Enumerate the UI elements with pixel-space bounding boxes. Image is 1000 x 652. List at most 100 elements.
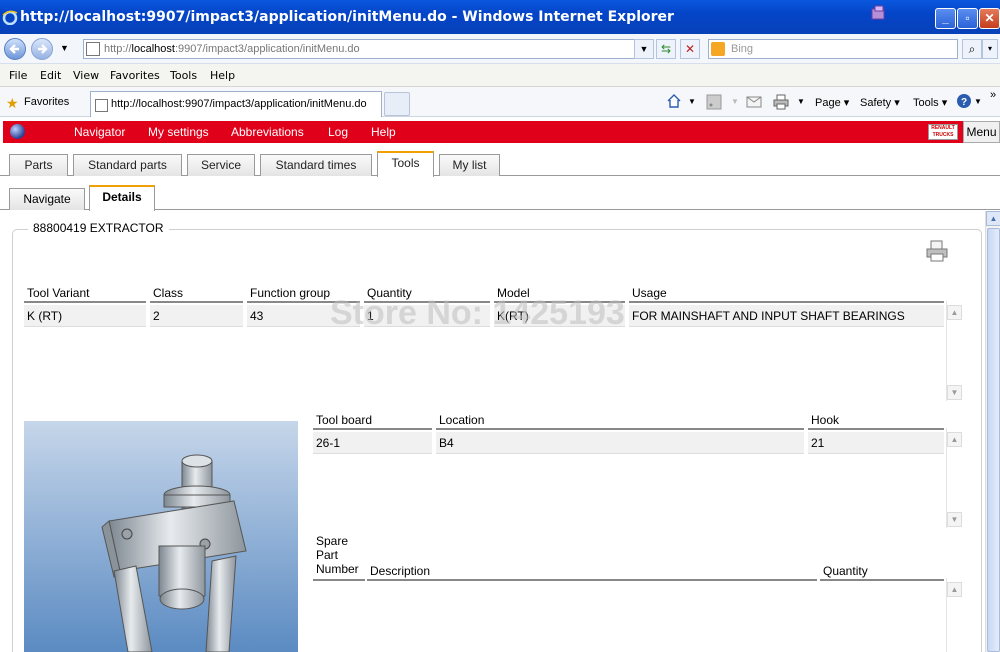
header-line: Number: [316, 562, 359, 576]
address-input[interactable]: http://localhost:9907/impact3/applicatio…: [83, 39, 653, 59]
column-header[interactable]: Hook: [808, 410, 944, 430]
url-prefix: http://: [104, 43, 132, 55]
feeds-dropdown-icon[interactable]: ▼: [731, 97, 739, 106]
column-header-spare-part-number[interactable]: Spare Part Number: [313, 533, 365, 581]
column-header[interactable]: Class: [150, 283, 243, 303]
new-tab-button[interactable]: [384, 92, 410, 116]
page-icon: [95, 99, 108, 112]
menu-edit[interactable]: Edit: [40, 69, 61, 82]
print-icon[interactable]: [773, 94, 789, 110]
help-icon[interactable]: ?: [956, 93, 972, 109]
nav-navigator[interactable]: Navigator: [74, 125, 125, 139]
top-tabs: Parts Standard parts Service Standard ti…: [0, 146, 1000, 177]
column-header[interactable]: Tool board: [313, 410, 432, 430]
internet-explorer-icon: [2, 10, 18, 25]
search-icon[interactable]: ⌕: [962, 39, 982, 59]
scroll-up-icon[interactable]: ▲: [947, 432, 962, 447]
tab-my-list[interactable]: My list: [439, 154, 500, 176]
column-header[interactable]: Usage: [629, 283, 944, 303]
spare-parts-scrollbar[interactable]: ▲: [946, 578, 962, 652]
tab-tools[interactable]: Tools: [377, 151, 434, 177]
stop-icon[interactable]: ✕: [680, 39, 700, 59]
favorites-button[interactable]: Favorites: [24, 96, 69, 108]
page-scrollbar[interactable]: ▲: [985, 211, 1000, 652]
bing-icon: [711, 42, 725, 56]
chevron-right-icon[interactable]: »: [990, 89, 996, 101]
scroll-up-icon[interactable]: ▲: [947, 305, 962, 320]
recent-pages-dropdown-icon[interactable]: ▼: [60, 43, 69, 53]
search-options-icon[interactable]: ▾: [982, 39, 998, 59]
scroll-thumb[interactable]: [987, 228, 1000, 652]
table-cell[interactable]: 26-1: [313, 432, 432, 454]
scroll-down-icon[interactable]: ▼: [947, 385, 962, 400]
tool-board-scrollbar[interactable]: ▲ ▼: [946, 428, 962, 528]
mail-icon[interactable]: [746, 94, 762, 110]
back-button[interactable]: [4, 38, 26, 60]
table-cell[interactable]: 21: [808, 432, 944, 454]
favorites-star-icon[interactable]: ★: [6, 95, 19, 112]
tab-details[interactable]: Details: [89, 185, 155, 211]
column-header[interactable]: Quantity: [820, 561, 944, 581]
home-icon[interactable]: [666, 93, 682, 109]
tab-standard-parts[interactable]: Standard parts: [73, 154, 182, 176]
nav-my-settings[interactable]: My settings: [148, 125, 209, 139]
close-window-button[interactable]: ✕: [979, 8, 1000, 29]
menu-help[interactable]: Help: [210, 69, 235, 82]
header-line: Spare: [316, 534, 349, 548]
menu-tools[interactable]: Tools: [170, 69, 197, 82]
table-cell[interactable]: 2: [150, 305, 243, 327]
app-navigation-bar: Navigator My settings Abbreviations Log …: [3, 121, 1000, 143]
scroll-down-icon[interactable]: ▼: [947, 512, 962, 527]
feeds-icon[interactable]: [706, 94, 722, 110]
safety-menu[interactable]: Safety ▾: [860, 96, 900, 109]
tab-parts[interactable]: Parts: [9, 154, 68, 176]
column-header[interactable]: Location: [436, 410, 804, 430]
window-title-bar: http://localhost:9907/impact3/applicatio…: [0, 0, 1000, 34]
tab-standard-times[interactable]: Standard times: [260, 154, 372, 176]
table-cell[interactable]: FOR MAINSHAFT AND INPUT SHAFT BEARINGS: [629, 305, 944, 327]
tool-board-table: Tool board Location Hook 26-1 B4 21: [313, 410, 944, 470]
scroll-up-icon[interactable]: ▲: [986, 211, 1000, 226]
menu-button[interactable]: Menu: [963, 121, 1000, 143]
tool-title: 88800419 EXTRACTOR: [28, 221, 169, 235]
address-dropdown-button[interactable]: ▼: [634, 39, 654, 59]
favorites-bar: ★ Favorites http://localhost:9907/impact…: [0, 87, 1000, 117]
menu-file[interactable]: File: [9, 69, 27, 82]
variant-table-scrollbar[interactable]: ▲ ▼: [946, 301, 962, 401]
menu-view[interactable]: View: [73, 69, 99, 82]
printer-icon[interactable]: [925, 239, 949, 263]
restore-button[interactable]: ▫: [957, 8, 978, 29]
tab-navigate[interactable]: Navigate: [9, 188, 85, 210]
nav-abbreviations[interactable]: Abbreviations: [231, 125, 304, 139]
print-dropdown-icon[interactable]: ▼: [797, 97, 805, 106]
watermark: Store No: 1425193: [330, 294, 625, 332]
window-tray-icon: [871, 5, 885, 20]
search-input[interactable]: Bing: [708, 39, 958, 59]
browser-tab-title: http://localhost:9907/impact3/applicatio…: [111, 98, 367, 110]
brand-logo: RENAULT TRUCKS: [928, 124, 958, 140]
globe-icon: [10, 124, 25, 139]
tool-image: [24, 421, 298, 652]
header-line: Part: [316, 548, 339, 562]
column-header[interactable]: Description: [367, 561, 817, 581]
column-header[interactable]: Tool Variant: [24, 283, 146, 303]
back-arrow-icon: [9, 44, 19, 54]
compatibility-refresh-icon[interactable]: ⇆: [656, 39, 676, 59]
help-dropdown-icon[interactable]: ▼: [974, 97, 982, 106]
tab-service[interactable]: Service: [187, 154, 255, 176]
menu-favorites[interactable]: Favorites: [110, 69, 160, 82]
table-cell[interactable]: B4: [436, 432, 804, 454]
svg-text:?: ?: [961, 97, 967, 108]
page-menu[interactable]: Page ▾: [815, 96, 849, 109]
tools-menu[interactable]: Tools ▾: [913, 96, 947, 109]
nav-log[interactable]: Log: [328, 125, 348, 139]
browser-tab[interactable]: http://localhost:9907/impact3/applicatio…: [90, 91, 382, 117]
address-toolbar: ▼ http://localhost:9907/impact3/applicat…: [0, 34, 1000, 64]
home-dropdown-icon[interactable]: ▼: [688, 97, 696, 106]
minimize-button[interactable]: _: [935, 8, 956, 29]
page-icon: [86, 42, 100, 56]
nav-help[interactable]: Help: [371, 125, 396, 139]
table-cell[interactable]: K (RT): [24, 305, 146, 327]
forward-button[interactable]: [31, 38, 53, 60]
scroll-up-icon[interactable]: ▲: [947, 582, 962, 597]
